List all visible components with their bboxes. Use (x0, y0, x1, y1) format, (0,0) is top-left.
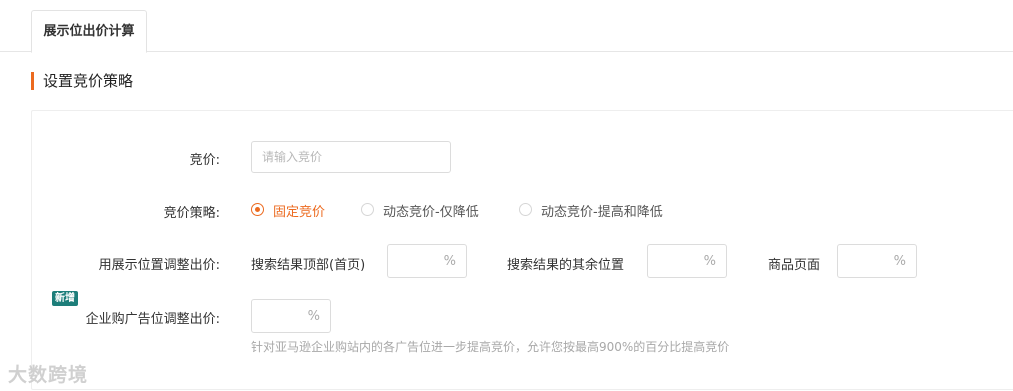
new-badge: 新增 (52, 291, 78, 306)
placement-label: 用展示位置调整出价: (98, 258, 220, 273)
placement-top-label: 搜索结果顶部(首页) (251, 258, 366, 273)
placement-rest-label: 搜索结果的其余位置 (507, 258, 625, 273)
strategy-label: 竞价策略: (163, 206, 220, 221)
placement-product-label: 商品页面 (768, 258, 821, 273)
percent-unit: % (443, 254, 456, 269)
radio-dynamic-up-down-label[interactable]: 动态竞价-提高和降低 (541, 201, 663, 220)
radio-dynamic-up-down[interactable] (519, 203, 532, 216)
business-label: 企业购广告位调整出价: (85, 312, 220, 327)
tab-bid-calculator[interactable]: 展示位出价计算 (31, 10, 147, 53)
business-adjust-input[interactable]: % (251, 299, 331, 333)
section-title: 设置竞价策略 (31, 72, 133, 90)
radio-dynamic-down[interactable] (361, 203, 374, 216)
bid-label: 竞价: (189, 153, 220, 168)
placement-top-input[interactable]: % (387, 244, 467, 278)
tab-bar: 展示位出价计算 (0, 0, 1013, 53)
watermark-logo: 大数跨境 (8, 364, 89, 386)
radio-dynamic-down-label[interactable]: 动态竞价-仅降低 (383, 201, 479, 220)
radio-fixed-bid[interactable] (251, 203, 264, 216)
percent-unit: % (307, 309, 320, 324)
placement-product-input[interactable]: % (837, 244, 917, 278)
radio-fixed-bid-label[interactable]: 固定竞价 (273, 201, 325, 220)
percent-unit: % (703, 254, 716, 269)
business-hint: 针对亚马逊企业购站内的各广告位进一步提高竞价，允许您按最高900%的百分比提高竞… (251, 340, 730, 354)
percent-unit: % (893, 254, 906, 269)
placement-rest-input[interactable]: % (647, 244, 727, 278)
bid-input[interactable] (251, 141, 451, 173)
